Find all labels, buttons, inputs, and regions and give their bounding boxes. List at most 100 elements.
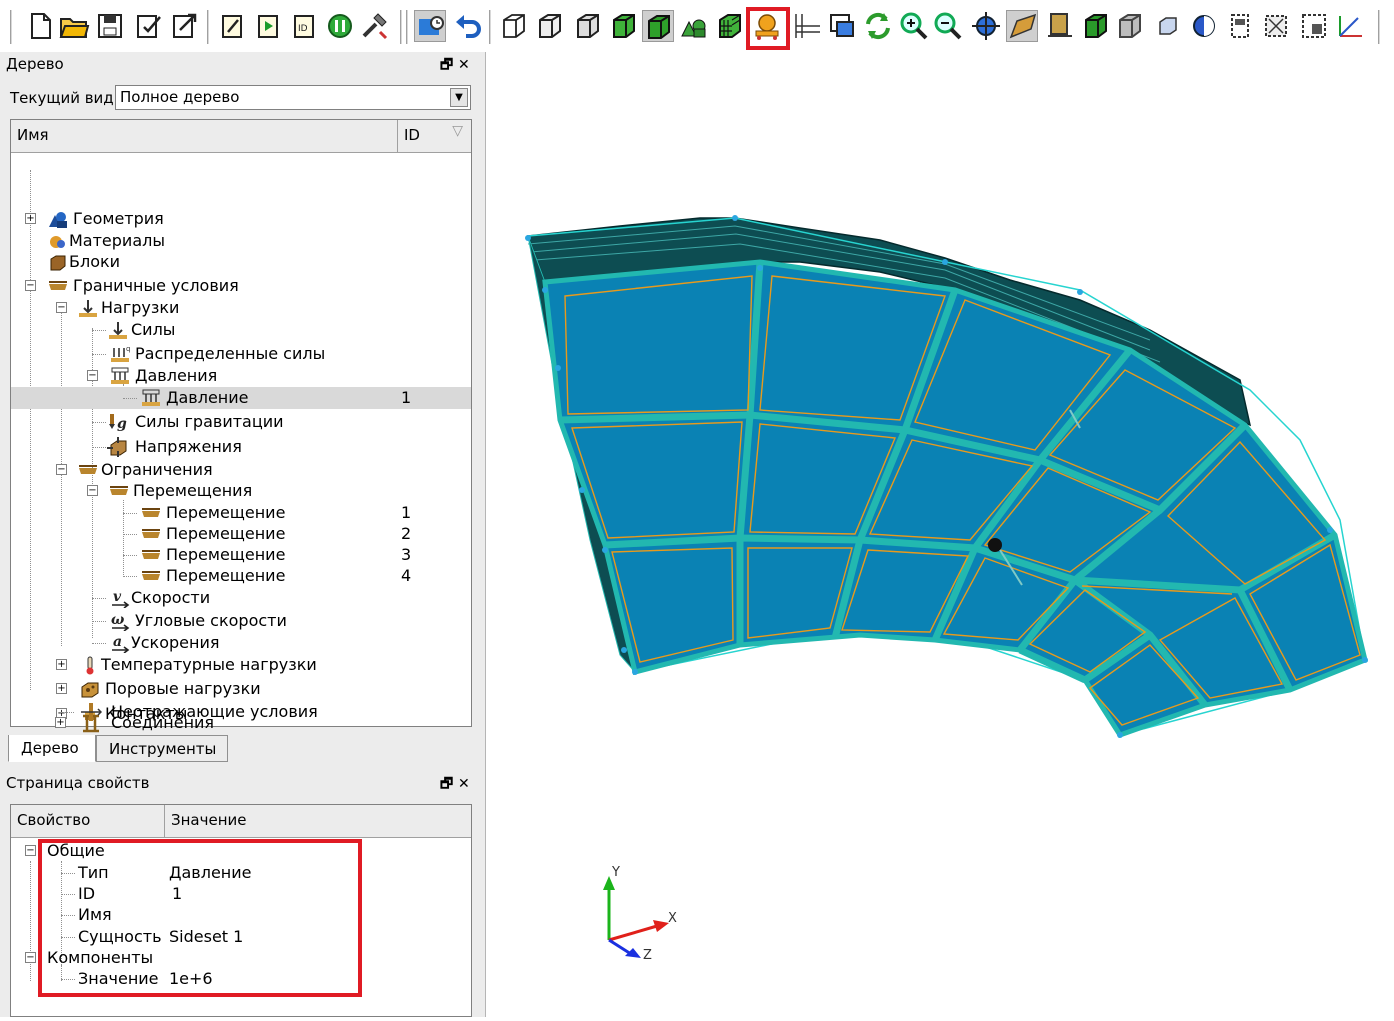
green-block-icon[interactable] (1080, 10, 1112, 42)
save-icon[interactable] (94, 10, 126, 42)
column-header-property[interactable]: Свойство (11, 805, 165, 838)
new-file-icon[interactable] (24, 10, 56, 42)
left-dock: Дерево 🗗 ✕ Текущий вид Полное дерево ▼ И… (0, 52, 486, 1017)
open-folder-icon[interactable] (58, 10, 90, 42)
current-view-select[interactable]: Полное дерево ▼ (115, 85, 471, 110)
collapse-icon[interactable]: − (25, 952, 36, 963)
tree-item-displacement-3[interactable]: Перемещение 3 (11, 544, 471, 566)
tree-item-displacement-1[interactable]: Перемещение 1 (11, 502, 471, 524)
zoom-in-icon[interactable] (898, 10, 930, 42)
tree-item-displacements[interactable]: − Перемещения (11, 480, 471, 502)
surface-icon[interactable] (1006, 10, 1038, 42)
frame-icon[interactable] (1224, 10, 1256, 42)
column-header-value[interactable]: Значение (165, 805, 471, 838)
displacement-icon (142, 571, 160, 580)
sphere-icon[interactable] (1188, 10, 1220, 42)
tree-item-gravity[interactable]: g Силы гравитации (11, 411, 471, 433)
axes-icon[interactable] (1334, 10, 1366, 42)
zoom-out-icon[interactable] (932, 10, 964, 42)
tree-panel-controls[interactable]: 🗗 ✕ (440, 54, 470, 78)
run-doc-icon[interactable] (252, 10, 284, 42)
tree-item-loads[interactable]: − Нагрузки (11, 297, 471, 319)
tree-item-displacement-2[interactable]: Перемещение 2 (11, 523, 471, 545)
green-cube-icon[interactable] (608, 10, 640, 42)
prop-value[interactable]: 1e+6 (169, 969, 213, 988)
edit-doc-icon[interactable] (216, 10, 248, 42)
tree-item-stresses[interactable]: Напряжения (11, 436, 471, 458)
history-icon[interactable] (414, 10, 446, 42)
rotate-icon[interactable] (970, 10, 1002, 42)
tree-item-displacement-4[interactable]: Перемещение 4 (11, 565, 471, 587)
check-doc-icon[interactable] (132, 10, 164, 42)
tree-item-angular-velocities[interactable]: ω Угловые скорости (11, 610, 471, 632)
chevron-down-icon[interactable]: ▼ (450, 88, 468, 107)
tree-item-pressure-1[interactable]: Давление 1 (11, 387, 471, 409)
panel-icon[interactable] (1044, 10, 1076, 42)
window-icon[interactable] (826, 10, 858, 42)
toolbar-separator (10, 10, 13, 44)
expand-icon[interactable]: + (25, 213, 36, 224)
tree-item-forces[interactable]: Силы (11, 319, 471, 341)
frame-3-icon[interactable] (1298, 10, 1330, 42)
tree-item-pressures[interactable]: − Давления (11, 365, 471, 387)
collapse-icon[interactable]: − (87, 485, 98, 496)
expand-icon[interactable]: + (56, 659, 67, 670)
prop-value[interactable]: Давление (169, 863, 252, 882)
column-header-name[interactable]: Имя (11, 120, 398, 153)
tab-tools[interactable]: Инструменты (96, 735, 228, 762)
collapse-icon[interactable]: − (56, 302, 67, 313)
frame-2-icon[interactable] (1260, 10, 1292, 42)
tree-item-accelerations[interactable]: a Ускорения (11, 632, 471, 654)
tree-item-label: Силы (131, 320, 176, 339)
tree-item-boundary-conditions[interactable]: − Граничные условия (11, 275, 471, 297)
blocks-icon (50, 255, 66, 271)
collapse-icon[interactable]: − (87, 370, 98, 381)
3d-viewport[interactable]: Y X Z (487, 52, 1394, 1017)
undo-icon[interactable] (452, 10, 484, 42)
tree-item-distributed-forces[interactable]: q Распределенные силы (11, 343, 471, 365)
tree-item-constraints[interactable]: − Ограничения (11, 459, 471, 481)
prop-value[interactable]: 1 (172, 884, 182, 903)
mesh-cube-icon[interactable] (714, 10, 746, 42)
tree-line (123, 513, 137, 514)
green-cube-active-icon[interactable] (642, 10, 674, 42)
tree-view[interactable]: Имя ID ▽ + Геометрия Материалы Блоки − Г… (10, 119, 472, 727)
block-tool-icon[interactable] (751, 10, 783, 42)
tree-line (61, 894, 75, 895)
wire-cube-icon[interactable] (498, 10, 530, 42)
gray-block-icon[interactable] (1114, 10, 1146, 42)
collapse-icon[interactable]: − (25, 280, 36, 291)
id-doc-icon[interactable]: ID (288, 10, 320, 42)
main-toolbar: ID (0, 0, 1394, 52)
prop-value[interactable]: Sideset 1 (169, 927, 243, 946)
pause-icon[interactable] (324, 10, 356, 42)
properties-grid[interactable]: Свойство Значение − Общие Тип Давление I… (10, 804, 472, 1017)
wire-cube-3-icon[interactable] (572, 10, 604, 42)
props-panel-controls[interactable]: 🗗 ✕ (440, 773, 470, 797)
tree-item-geometry[interactable]: + Геометрия (11, 208, 471, 230)
expand-icon[interactable]: + (56, 683, 67, 694)
tree-line (61, 873, 75, 874)
refresh-icon[interactable] (862, 10, 894, 42)
tree-item-blocks[interactable]: Блоки (11, 251, 471, 273)
tree-item-non-reflecting[interactable]: Неотражающие условия (10, 701, 470, 723)
tool-icon[interactable] (358, 10, 390, 42)
tree-item-materials[interactable]: Материалы (11, 230, 471, 252)
grid-icon[interactable] (790, 10, 822, 42)
tree-line (123, 534, 137, 535)
tree-item-temperature-loads[interactable]: + Температурные нагрузки (11, 654, 471, 676)
sort-icon[interactable]: ▽ (452, 123, 463, 139)
tree-item-pore-loads[interactable]: + Поровые нагрузки (11, 678, 471, 700)
export-doc-icon[interactable] (168, 10, 200, 42)
tree-line (61, 965, 62, 979)
collapse-icon[interactable]: − (56, 464, 67, 475)
tree-item-velocities[interactable]: v Скорости (11, 587, 471, 609)
cube-small-icon[interactable] (1152, 10, 1184, 42)
tree-item-label: Геометрия (73, 209, 164, 228)
collapse-icon[interactable]: − (25, 845, 36, 856)
column-header-id[interactable]: ID ▽ (398, 120, 471, 153)
shapes-icon[interactable] (678, 10, 710, 42)
tab-tree[interactable]: Дерево (8, 735, 96, 762)
wire-cube-2-icon[interactable] (534, 10, 566, 42)
prop-name: Значение (78, 969, 159, 988)
